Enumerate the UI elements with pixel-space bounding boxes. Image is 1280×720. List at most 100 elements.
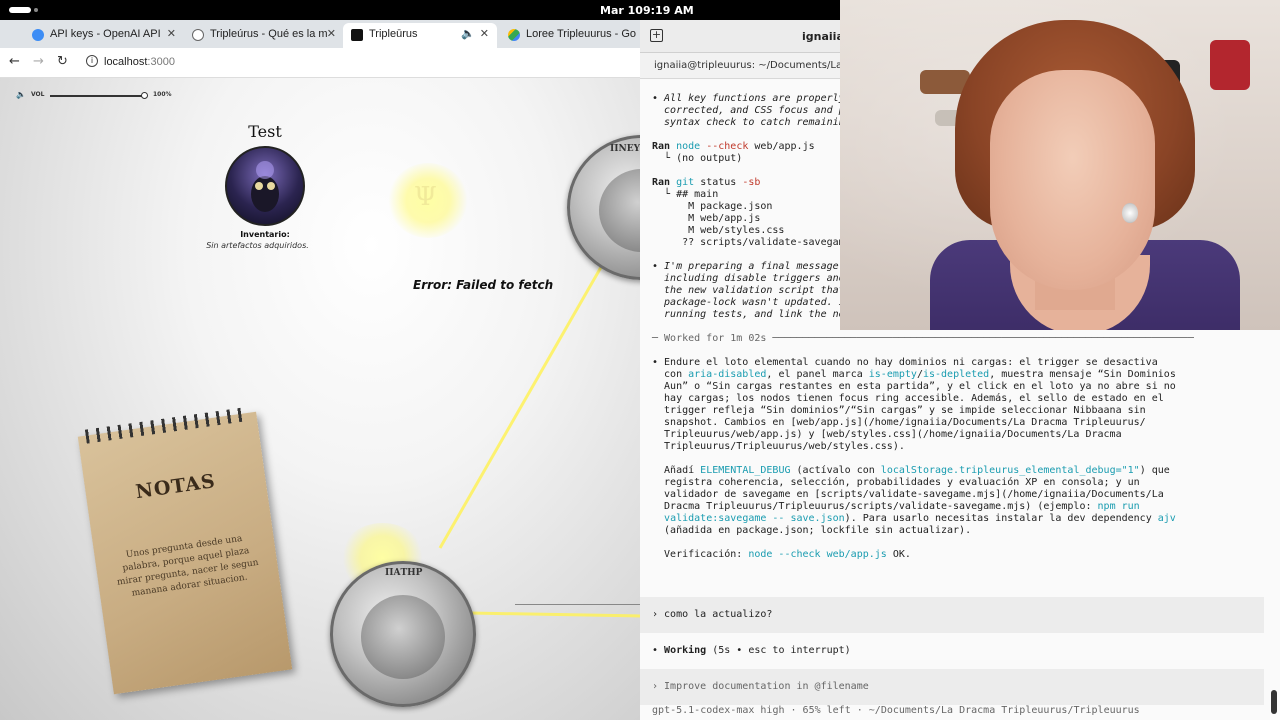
- coin-pneuma-text: ΠΝΕΥΜΑ: [610, 144, 640, 154]
- text: , muestra mensaje “Sin Dominios: [989, 369, 1176, 380]
- terminal-line: (añadida en package.json; lockfile sin a…: [652, 525, 972, 536]
- back-arrow-icon[interactable]: ←: [9, 54, 20, 69]
- cmd-arg: status: [700, 177, 737, 188]
- new-tab-icon[interactable]: +: [650, 29, 663, 42]
- coin-pater[interactable]: ΠΑΤΗΡ: [330, 561, 476, 707]
- terminal-line: including disable triggers and: [652, 273, 851, 284]
- terminal-line: con aria-disabled, el panel marca is-emp…: [652, 369, 1176, 381]
- terminal-line: package-lock wasn't updated. I': [652, 297, 851, 308]
- energy-line-lower: [469, 611, 640, 618]
- terminal-line: Añadí ELEMENTAL_DEBUG (actívalo con loca…: [652, 465, 1170, 477]
- tab-google-doc[interactable]: Loree Tripleuurus - Goo: [500, 23, 640, 48]
- text: ). Para usarlo necesitas instalar la dev…: [844, 513, 1158, 524]
- globe-icon: [32, 29, 44, 41]
- text: ) que: [1139, 465, 1170, 476]
- terminal-line: M web/styles.css: [652, 225, 785, 236]
- system-top-bar: Mar 10 9:19 AM: [0, 0, 840, 20]
- notes-notebook[interactable]: NOTAS Unos pregunta desde una palabra, p…: [77, 406, 293, 695]
- notes-title: NOTAS: [134, 470, 218, 504]
- cmd-flag: --check: [706, 141, 749, 152]
- reload-icon[interactable]: ↻: [57, 54, 68, 69]
- forward-arrow-icon[interactable]: →: [33, 54, 44, 69]
- divider-line: [515, 604, 640, 605]
- close-icon[interactable]: ✕: [327, 27, 336, 40]
- code-span: is-depleted: [922, 369, 990, 380]
- text: (actívalo con: [790, 465, 881, 476]
- url-host: localhost: [104, 56, 148, 68]
- terminal-line: syntax check to catch remaining: [652, 117, 851, 128]
- tab-tripleurus-active[interactable]: Tripleūrus 🔈 ✕: [343, 23, 497, 48]
- person-face: [990, 70, 1155, 290]
- text: , el panel marca: [766, 369, 869, 380]
- terminal-line: running tests, and link the new: [652, 309, 851, 320]
- system-date[interactable]: Mar 10: [600, 4, 643, 17]
- working-status: • Working (5s • esc to interrupt): [652, 645, 851, 657]
- lion-icon: [598, 168, 640, 252]
- code-span: validate:savegame -- save.json: [664, 513, 845, 524]
- code-span: ELEMENTAL_DEBUG: [700, 465, 791, 476]
- browser-toolbar: ← → ↻ i localhost:3000: [0, 48, 640, 78]
- text: con: [652, 369, 689, 380]
- terminal-line: • All key functions are properly: [652, 93, 851, 104]
- speaker-icon[interactable]: 🔈: [461, 27, 475, 40]
- terminal-line: Verificación: node --check web/app.js OK…: [652, 549, 911, 561]
- terminal-line: corrected, and CSS focus and po: [652, 105, 851, 116]
- activities-indicator[interactable]: [9, 7, 31, 13]
- code-span: npm run: [1097, 501, 1140, 512]
- code-span: ajv: [1157, 513, 1176, 524]
- trident-icon: Ψ: [414, 182, 437, 212]
- close-icon[interactable]: ✕: [167, 27, 176, 40]
- system-time[interactable]: 9:19 AM: [643, 4, 694, 17]
- text: Añadí: [652, 465, 701, 476]
- cmd-name: node: [676, 141, 701, 152]
- cmd-name: git: [676, 177, 695, 188]
- working-label: Working: [664, 645, 707, 656]
- address-bar[interactable]: i localhost:3000: [80, 52, 636, 74]
- text: •: [652, 645, 665, 656]
- earring: [1122, 203, 1138, 223]
- queued-prompt-text: › como la actualizo?: [652, 609, 773, 620]
- terminal-line: validador de savegame en [scripts/valida…: [652, 489, 1164, 500]
- site-info-icon[interactable]: i: [86, 55, 98, 67]
- terminal-line: ?? scripts/validate-savegame.m: [652, 237, 863, 248]
- worked-separator: ─ Worked for 1m 02s ────────────────────…: [652, 333, 1194, 344]
- tripleurus-favicon-icon: [351, 29, 363, 41]
- terminal-line: the new validation script that: [652, 285, 851, 296]
- terminal-line: └ (no output): [652, 153, 743, 164]
- terminal-line: hay cargas; los nodos tienen focus ring …: [652, 393, 1164, 404]
- tab-label: Tripleūrus: [369, 28, 418, 40]
- tab-label: Loree Tripleuurus - Goo: [526, 28, 636, 40]
- terminal-line: trigger refleja “Sin dominios”/“Sin carg…: [652, 405, 1146, 416]
- browser-tab-strip: API keys - OpenAI API ✕ Tripleúrus - Qué…: [0, 20, 640, 48]
- tab-tripleurus-article[interactable]: Tripleúrus - Qué es la mú ✕: [184, 23, 344, 48]
- status-footer: gpt-5.1-codex-max high · 65% left · ~/Do…: [640, 705, 1140, 716]
- game-canvas: 🔈 VOL 100% Test Inventario: Sin artefact…: [0, 78, 640, 720]
- workspace-dot: [34, 8, 38, 12]
- tab-label: API keys - OpenAI API: [50, 28, 161, 40]
- terminal-line: • Endure el loto elemental cuando no hay…: [652, 357, 1158, 368]
- webcam-overlay: [840, 0, 1280, 330]
- code-span: is-empty: [868, 369, 917, 380]
- code-span: node --check web/app.js: [748, 549, 887, 560]
- code-span: localStorage.tripleurus_elemental_debug=…: [880, 465, 1140, 476]
- site-icon: [192, 29, 204, 41]
- code-span: aria-disabled: [688, 369, 767, 380]
- coin-pater-text: ΠΑΤΗΡ: [385, 568, 423, 578]
- terminal-line: Tripleuurus/Tripleuurus/web/styles.css).: [652, 441, 905, 452]
- text: Verificación:: [652, 549, 749, 560]
- terminal-line-ran-node: Ran node --check web/app.js: [652, 141, 815, 152]
- close-icon[interactable]: ✕: [480, 27, 489, 40]
- terminal-line: Tripleuurus/web/app.js) y [web/styles.cs…: [652, 429, 1122, 440]
- drive-icon: [508, 29, 520, 41]
- url-port: :3000: [147, 56, 175, 68]
- terminal-line: M package.json: [652, 201, 773, 212]
- terminal-line: Aun” o “Sin cargas restantes en esta par…: [652, 381, 1176, 392]
- terminal-line: registra coherencia, selección, probabil…: [652, 477, 1140, 488]
- text: Dracma Tripleuurus/Tripleuurus/scripts/v…: [652, 501, 1098, 512]
- terminal-scrollbar[interactable]: [1271, 690, 1277, 714]
- tab-openai-api-keys[interactable]: API keys - OpenAI API ✕: [24, 23, 184, 48]
- terminal-line: • I'm preparing a final message w: [652, 261, 851, 272]
- notes-text: Unos pregunta desde una palabra, porque …: [116, 533, 260, 599]
- terminal-line: validate:savegame -- save.json). Para us…: [652, 513, 1176, 525]
- prompt-input-placeholder: › Improve documentation in @filename: [652, 681, 869, 692]
